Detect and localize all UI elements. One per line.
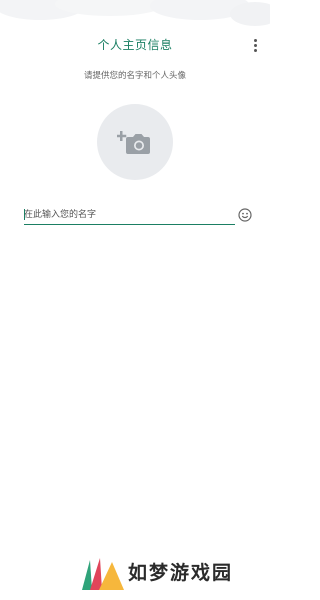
instruction-text: 请提供您的名字和个人头像 — [83, 71, 186, 81]
text-cursor — [24, 209, 25, 220]
name-input[interactable] — [24, 206, 235, 225]
add-photo-icon — [117, 131, 150, 154]
page-title: 个人主页信息 — [97, 38, 173, 52]
avatar-picker-button[interactable] — [97, 104, 173, 180]
header: 个人主页信息 — [0, 34, 270, 56]
more-vertical-icon[interactable] — [248, 34, 262, 56]
watermark-logo-icon — [82, 558, 124, 590]
top-decoration — [0, 0, 270, 26]
name-row — [24, 206, 254, 226]
emoji-icon[interactable] — [238, 208, 252, 222]
watermark-text: 如梦游戏园 — [128, 562, 234, 584]
watermark: 如梦游戏园 — [80, 552, 266, 594]
